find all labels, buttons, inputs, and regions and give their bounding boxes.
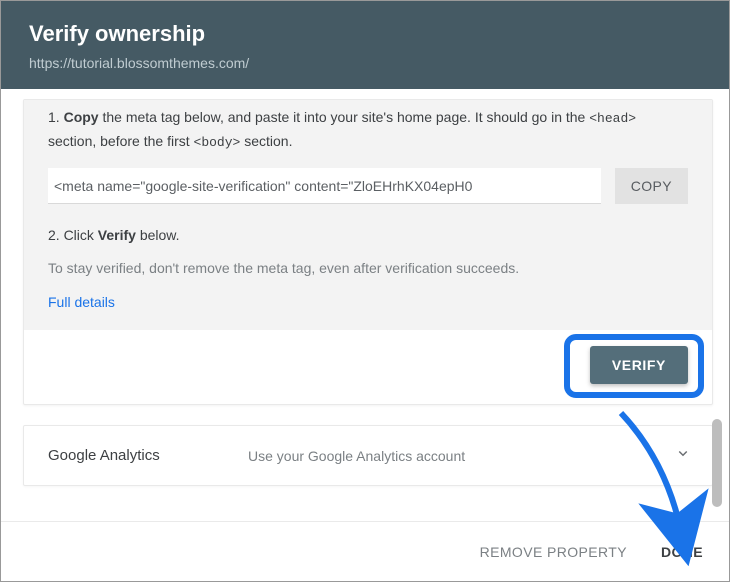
step-2-text: 2. Click Verify below. (48, 224, 688, 246)
dialog-body: 1. Copy the meta tag below, and paste it… (1, 99, 729, 521)
scrollbar-thumb[interactable] (712, 419, 722, 507)
dialog-header: Verify ownership https://tutorial.blosso… (1, 1, 729, 89)
ga-title: Google Analytics (48, 447, 248, 464)
step-1-text: 1. Copy the meta tag below, and paste it… (48, 106, 688, 154)
done-button[interactable]: DONE (661, 544, 703, 560)
verify-ownership-dialog: Verify ownership https://tutorial.blosso… (0, 0, 730, 582)
stay-verified-note: To stay verified, don't remove the meta … (48, 260, 688, 276)
html-tag-panel: 1. Copy the meta tag below, and paste it… (23, 99, 713, 405)
ga-description: Use your Google Analytics account (248, 448, 674, 464)
meta-tag-input[interactable] (48, 168, 601, 204)
dialog-url: https://tutorial.blossomthemes.com/ (29, 55, 701, 71)
copy-button[interactable]: COPY (615, 168, 688, 204)
google-analytics-panel[interactable]: Google Analytics Use your Google Analyti… (23, 425, 713, 486)
chevron-down-icon (674, 444, 692, 467)
full-details-link[interactable]: Full details (48, 294, 115, 310)
verify-button[interactable]: VERIFY (590, 346, 688, 384)
dialog-title: Verify ownership (29, 21, 701, 47)
remove-property-button[interactable]: REMOVE PROPERTY (480, 544, 627, 560)
dialog-footer: REMOVE PROPERTY DONE (1, 521, 729, 581)
